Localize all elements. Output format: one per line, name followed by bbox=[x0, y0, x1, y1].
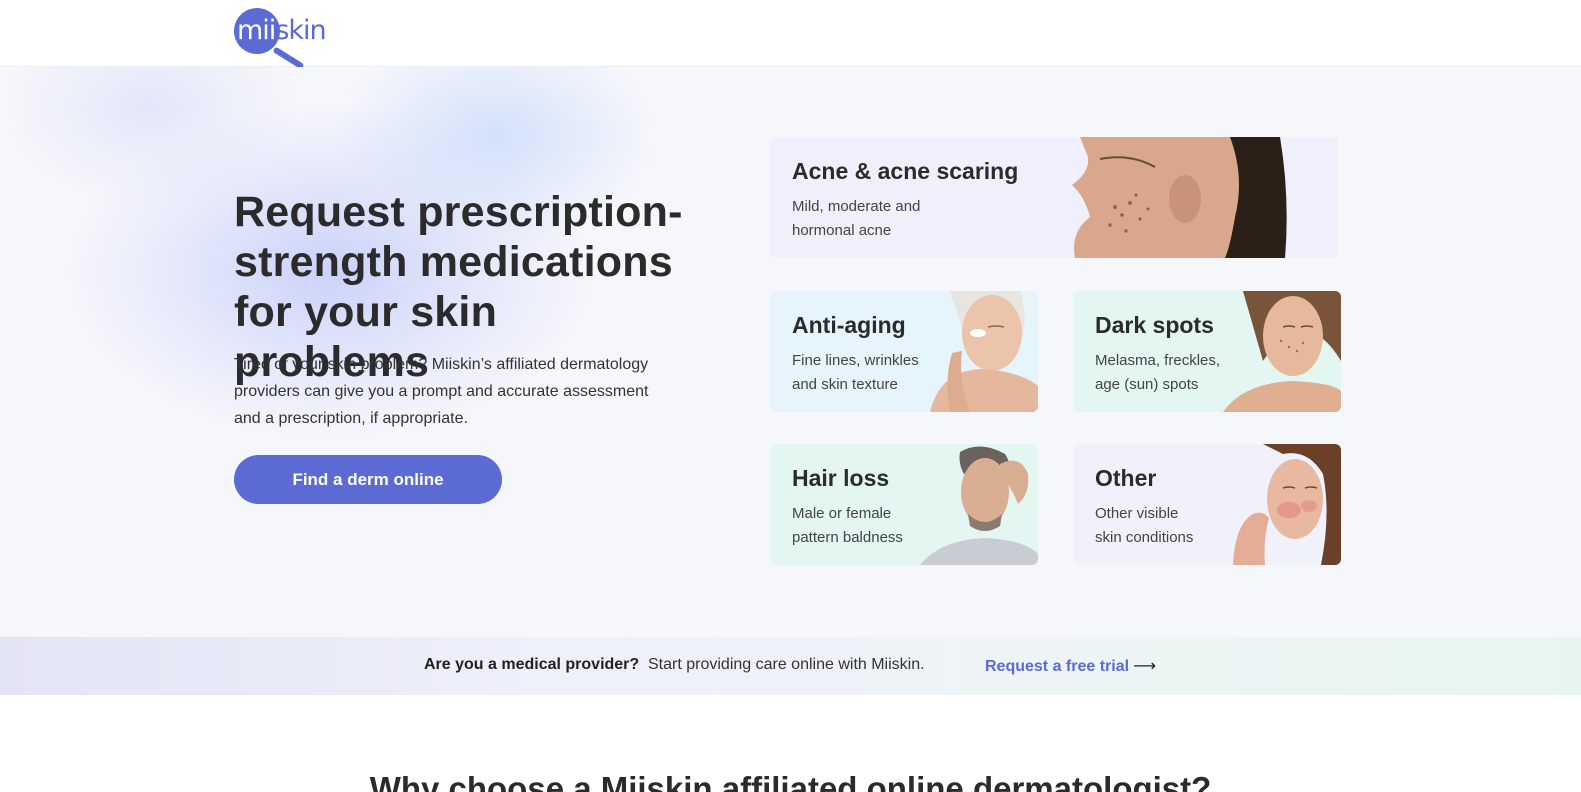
why-choose-title: Why choose a Miiskin affiliated online d… bbox=[369, 770, 1212, 792]
condition-card-other[interactable]: Other Other visible skin conditions bbox=[1073, 444, 1341, 565]
card-title: Other bbox=[1095, 465, 1157, 491]
card-title: Dark spots bbox=[1095, 312, 1214, 338]
request-free-trial-link[interactable]: Request a free trial ⟶ bbox=[985, 656, 1156, 676]
arrow-right-icon: ⟶ bbox=[1133, 658, 1156, 675]
other-condition-woman-photo bbox=[1233, 444, 1341, 565]
card-title: Acne & acne scaring bbox=[792, 158, 1019, 184]
condition-card-dark-spots[interactable]: Dark spots Melasma, freckles, age (sun) … bbox=[1073, 291, 1341, 412]
site-header: miiskin bbox=[0, 0, 1581, 70]
condition-card-hair-loss[interactable]: Hair loss Male or female pattern baldnes… bbox=[770, 444, 1038, 565]
card-title: Anti-aging bbox=[792, 312, 906, 338]
condition-card-anti-aging[interactable]: Anti-aging Fine lines, wrinkles and skin… bbox=[770, 291, 1038, 412]
hero-section: Request prescription- strength medicatio… bbox=[0, 67, 1581, 642]
hair-loss-man-photo bbox=[920, 446, 1038, 565]
find-derm-button[interactable]: Find a derm online bbox=[234, 455, 502, 504]
acne-face-photo bbox=[1072, 137, 1287, 258]
anti-aging-woman-photo bbox=[930, 291, 1038, 412]
card-title: Hair loss bbox=[792, 465, 890, 491]
card-description: Mild, moderate and hormonal acne bbox=[792, 198, 921, 239]
provider-banner: Are you a medical provider? Start provid… bbox=[0, 637, 1581, 695]
condition-card-acne[interactable]: Acne & acne scaring Mild, moderate and h… bbox=[770, 137, 1338, 258]
hero-description: Tired of your skin problem? Miiskin’s af… bbox=[234, 356, 649, 427]
provider-question: Are you a medical provider? bbox=[424, 656, 640, 673]
dark-spots-woman-photo bbox=[1223, 291, 1341, 412]
miiskin-logo[interactable]: miiskin bbox=[234, 8, 327, 70]
provider-text: Start providing care online with Miiskin… bbox=[648, 656, 925, 673]
